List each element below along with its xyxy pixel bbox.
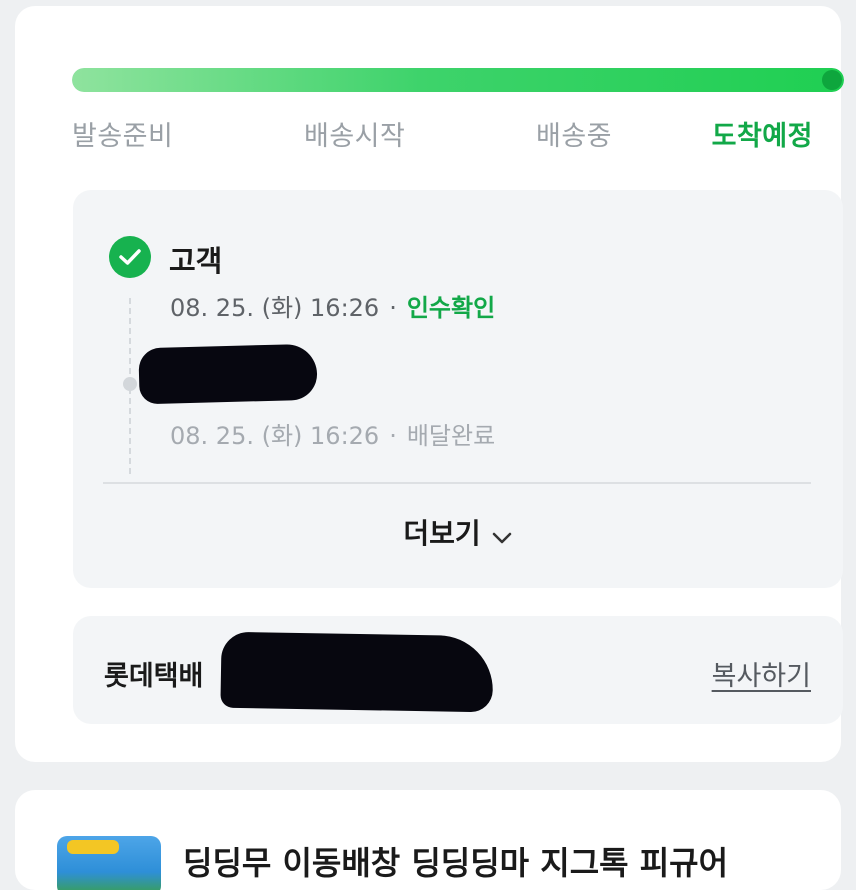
event-status: 인수확인 [406, 294, 496, 322]
show-more-button[interactable]: 더보기 [73, 512, 843, 552]
step-label-shipped: 배송시작 [304, 121, 406, 152]
copy-tracking-number-button[interactable]: 복사하기 [712, 654, 811, 693]
event-meta: 08. 25. (화) 16:26 · 배달완료 [170, 416, 495, 451]
listing-card[interactable]: 딩딩무 이동배창 딩딩딩마 지그톡 피규어 [15, 790, 841, 890]
step-label-in-transit: 배송중 [536, 121, 613, 152]
event-status: 배달완료 [406, 422, 496, 450]
redacted-tracking-number [220, 631, 494, 713]
delivery-status-card: 발송준비 배송시작 배송중 도착예정 고객 08. 25. (화) 16:26 ·… [15, 6, 844, 762]
event-recipient-title: 고객 [169, 244, 223, 278]
tracking-timeline: 고객 08. 25. (화) 16:26 · 인수확인 08. 25. (화) 16… [73, 190, 843, 588]
thumbnail-badge [67, 840, 119, 854]
courier-name: 롯데택배 [104, 661, 204, 692]
step-label-preparing: 발송준비 [72, 121, 174, 152]
timeline-dot [123, 377, 137, 391]
redacted-text [138, 343, 318, 405]
show-more-label: 더보기 [403, 517, 481, 550]
event-date: 08. 25. (화) 16:26 [170, 294, 380, 322]
delivery-progress-bar [72, 68, 844, 92]
event-meta: 08. 25. (화) 16:26 · 인수확인 [170, 288, 495, 323]
listing-title: 딩딩무 이동배창 딩딩딩마 지그톡 피규어 [183, 844, 729, 882]
progress-fill [72, 68, 844, 92]
event-date: 08. 25. (화) 16:26 [170, 422, 380, 450]
divider [103, 482, 811, 484]
listing-thumbnail [57, 836, 161, 890]
courier-info-row: 롯데택배 복사하기 [73, 616, 843, 724]
chevron-down-icon [491, 519, 513, 552]
check-circle-icon [109, 236, 151, 278]
meta-separator: · [389, 422, 397, 450]
step-label-arriving: 도착예정 [711, 121, 813, 152]
meta-separator: · [389, 294, 397, 322]
progress-knob [822, 70, 842, 90]
